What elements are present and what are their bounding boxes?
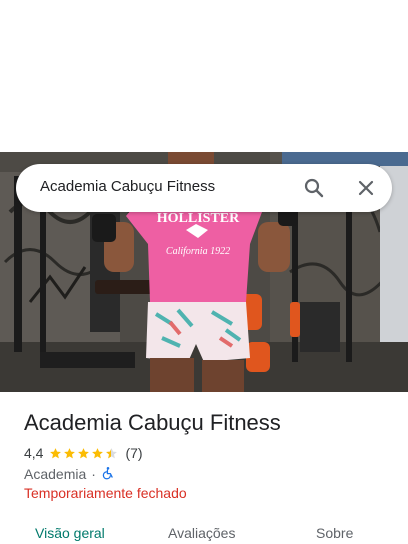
- search-input[interactable]: Academia Cabuçu Fitness: [40, 178, 215, 195]
- rating-value: 4,4: [24, 445, 44, 461]
- tab-bar: Visão geral Avaliações Sobre: [0, 518, 408, 544]
- category-label: Academia: [24, 466, 87, 482]
- tab-overview[interactable]: Visão geral: [35, 525, 105, 541]
- star-icon: [92, 447, 104, 458]
- star-icon: [78, 447, 90, 458]
- rating-row[interactable]: 4,4 (7): [24, 444, 143, 462]
- search-bar[interactable]: Academia Cabuçu Fitness: [16, 164, 392, 212]
- star-icon: [64, 447, 76, 458]
- review-count[interactable]: (7): [125, 445, 142, 461]
- star-icon: [50, 447, 62, 458]
- close-icon[interactable]: [354, 176, 378, 200]
- shirt-print-brand: HOLLISTER: [157, 211, 240, 226]
- star-rating: [49, 447, 119, 460]
- search-icon[interactable]: [302, 176, 326, 200]
- place-title: Academia Cabuçu Fitness: [24, 410, 281, 435]
- separator: ·: [91, 466, 96, 482]
- category-row: Academia ·: [24, 465, 115, 483]
- wheelchair-icon: [101, 466, 115, 483]
- shirt-print-caption: California 1922: [166, 246, 230, 257]
- half-star-icon: [106, 447, 118, 458]
- status-badge: Temporariamente fechado: [24, 485, 187, 501]
- tab-about[interactable]: Sobre: [316, 525, 353, 541]
- tab-reviews[interactable]: Avaliações: [168, 525, 235, 541]
